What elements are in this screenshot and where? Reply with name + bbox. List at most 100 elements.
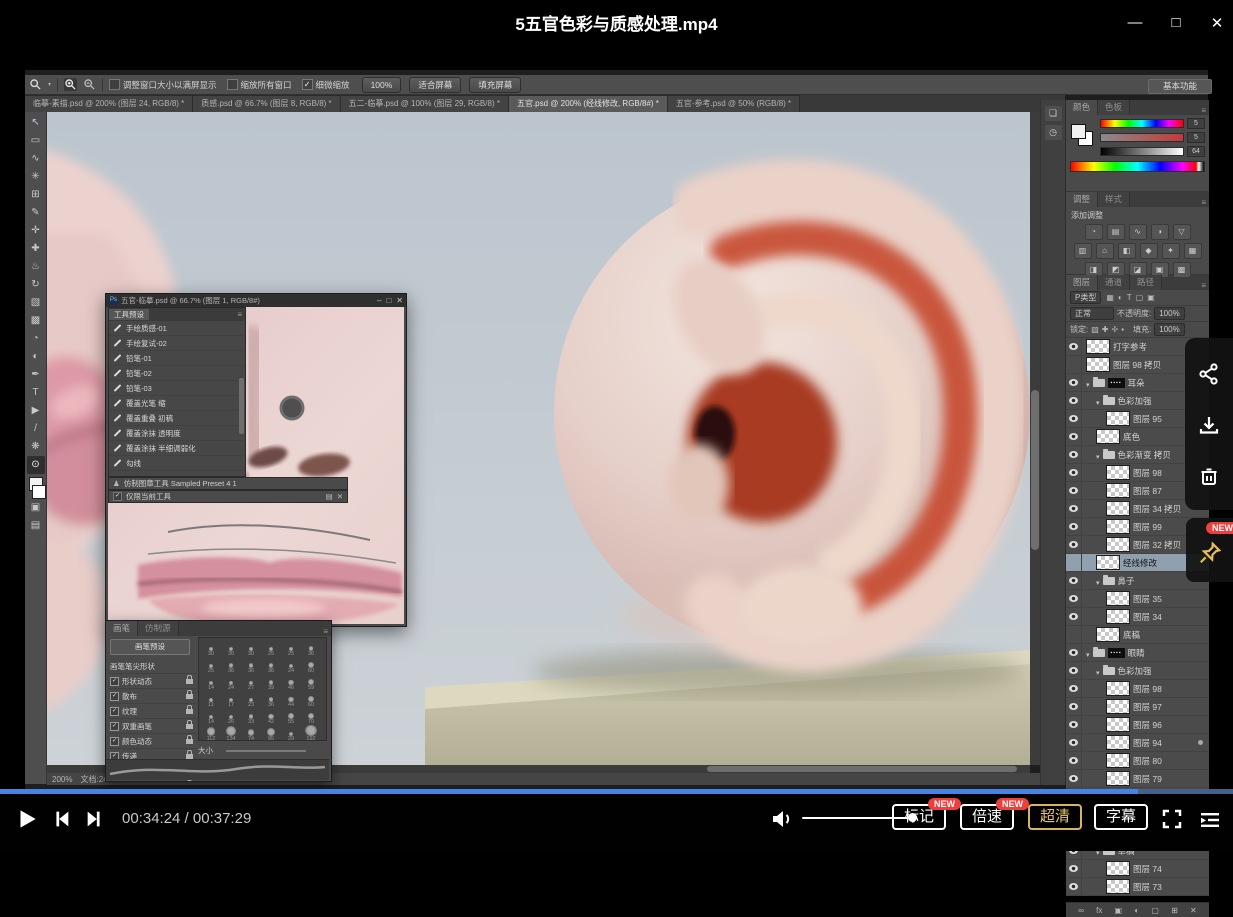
brush-tip-item[interactable]: 74	[241, 725, 261, 742]
close-button[interactable]: ✕	[1202, 14, 1232, 32]
panel-menu-icon[interactable]: ≡	[237, 310, 245, 319]
lock-icon[interactable]: ▨	[1091, 325, 1099, 334]
layer-row[interactable]: 图层 79	[1066, 770, 1209, 788]
layer-name[interactable]: 图层 80	[1133, 755, 1162, 767]
brush-tip-item[interactable]: 36	[221, 657, 241, 674]
layer-row[interactable]: 图层 73	[1066, 878, 1209, 896]
subtitle-button[interactable]: 字幕	[1094, 804, 1148, 830]
background-color-swatch[interactable]	[32, 485, 46, 499]
brush-tip-item[interactable]: 25	[201, 657, 221, 674]
hue-slider[interactable]: 5	[1100, 118, 1205, 129]
tool-preset-item[interactable]: 铅笔-01	[109, 351, 245, 366]
tool-button[interactable]: ▶	[27, 402, 45, 420]
layer-thumbnail[interactable]	[1106, 699, 1130, 714]
adjustment-icon[interactable]: ◆	[1140, 243, 1158, 259]
presets-scrollbar-thumb[interactable]	[239, 378, 244, 434]
layer-name[interactable]: 图层 98	[1133, 467, 1162, 479]
saturation-value[interactable]: 5	[1187, 132, 1205, 143]
layers-action-icon[interactable]: ▢	[1151, 906, 1159, 915]
float-minimize-button[interactable]: –	[377, 296, 381, 305]
options-button[interactable]: 100%	[362, 77, 402, 93]
visibility-toggle[interactable]	[1066, 410, 1082, 427]
brush-option-checkbox[interactable]: ✓	[110, 737, 119, 746]
lock-icon[interactable]	[186, 724, 193, 729]
layer-thumbnail[interactable]	[1096, 555, 1120, 570]
filter-type-icon[interactable]: ▣	[1147, 293, 1155, 302]
adjustment-icon[interactable]: ◑	[1151, 224, 1169, 240]
options-checkbox[interactable]: ✓ 细微缩放	[302, 79, 350, 91]
panel-menu-icon[interactable]: ≡	[1201, 198, 1209, 207]
brush-tip-item[interactable]: 59	[301, 674, 321, 691]
tool-button[interactable]: ↻	[27, 276, 45, 294]
brush-tip-shape-row[interactable]: 画笔笔尖形状	[108, 659, 196, 674]
layer-name[interactable]: 图层 94	[1133, 737, 1162, 749]
tab-styles[interactable]: 样式	[1098, 192, 1130, 207]
tool-button[interactable]: ◔	[27, 330, 45, 348]
visibility-toggle[interactable]	[1066, 608, 1082, 625]
visibility-toggle[interactable]	[1066, 446, 1082, 463]
tool-preset-item[interactable]: 手绘质感-01	[109, 321, 245, 336]
tool-preset-item[interactable]: 覆盖涂抹 透明度	[109, 426, 245, 441]
group-expand-arrow-icon[interactable]	[1086, 374, 1090, 392]
layer-row[interactable]: 图层 80	[1066, 752, 1209, 770]
layer-thumbnail[interactable]	[1106, 465, 1130, 480]
visibility-toggle[interactable]	[1066, 734, 1082, 751]
brush-option-checkbox[interactable]: ✓	[110, 707, 119, 716]
layer-thumbnail[interactable]	[1106, 681, 1130, 696]
adjustment-icon[interactable]: ▥	[1074, 243, 1092, 259]
new-preset-icon[interactable]: ▤	[326, 492, 333, 501]
brightness-slider[interactable]: 64	[1100, 146, 1205, 157]
brush-option-row[interactable]: ✓ 颜色动态	[108, 734, 196, 749]
tool-button[interactable]: ↖	[27, 114, 45, 132]
pin-icon[interactable]	[1197, 540, 1223, 566]
layer-name[interactable]: 打字参考	[1113, 341, 1147, 353]
layers-action-icon[interactable]: ✕	[1190, 906, 1197, 915]
brush-option-row[interactable]: ✓ 双重画笔	[108, 719, 196, 734]
tool-dropdown-caret[interactable]: ▾	[48, 81, 51, 88]
layer-name[interactable]: 色彩加强	[1118, 395, 1152, 407]
tool-preset-item[interactable]: 覆盖重叠 初稿	[109, 411, 245, 426]
color-fg-swatch[interactable]	[1071, 124, 1086, 139]
layer-row[interactable]: 图层 97	[1066, 698, 1209, 716]
visibility-toggle[interactable]	[1066, 536, 1082, 553]
saturation-gradient[interactable]	[1100, 133, 1184, 142]
checkbox-box[interactable]	[109, 79, 120, 90]
color-spectrum-ramp[interactable]	[1070, 161, 1205, 172]
brush-tip-item[interactable]: 55	[281, 708, 301, 725]
tool-button[interactable]: ▭	[27, 132, 45, 150]
play-button[interactable]	[14, 806, 40, 832]
brush-tip-item[interactable]: 39	[261, 674, 281, 691]
tool-button[interactable]: ✎	[27, 204, 45, 222]
options-checkbox[interactable]: 调整窗口大小以满屏显示	[109, 79, 217, 91]
visibility-toggle[interactable]	[1066, 482, 1082, 499]
tool-preset-item[interactable]: 勾线	[109, 456, 245, 471]
layer-thumbnail[interactable]	[1106, 717, 1130, 732]
brush-tip-item[interactable]: 36	[261, 691, 281, 708]
tool-button[interactable]: ✒	[27, 366, 45, 384]
lock-icon[interactable]	[186, 709, 193, 714]
layer-name[interactable]: 眼睛	[1128, 647, 1145, 659]
visibility-toggle[interactable]	[1066, 338, 1082, 355]
brush-tip-item[interactable]: 60	[301, 657, 321, 674]
layers-action-icon[interactable]: ∞	[1078, 906, 1084, 915]
brush-tip-item[interactable]: 27	[241, 674, 261, 691]
adjustment-icon[interactable]: ✦	[1162, 243, 1180, 259]
layer-thumbnail[interactable]	[1106, 861, 1130, 876]
checkbox-box[interactable]: ✓	[302, 79, 313, 90]
brush-option-checkbox[interactable]: ✓	[110, 722, 119, 731]
collapsed-panel-icon[interactable]: ❏	[1045, 106, 1062, 121]
adjustment-icon[interactable]: ◔	[1085, 224, 1103, 240]
group-expand-arrow-icon[interactable]	[1096, 392, 1100, 410]
layer-name[interactable]: 经线修改	[1123, 557, 1157, 569]
tab-channels[interactable]: 通道	[1098, 275, 1130, 290]
layer-thumbnail[interactable]	[1086, 339, 1110, 354]
brush-tip-item[interactable]: 36	[241, 657, 261, 674]
visibility-toggle[interactable]	[1066, 500, 1082, 517]
filter-type-icon[interactable]: T	[1127, 293, 1132, 302]
panel-menu-icon[interactable]: ≡	[323, 627, 331, 636]
layers-action-icon[interactable]: fx	[1096, 906, 1102, 915]
progress-bar[interactable]	[0, 789, 1233, 794]
maximize-button[interactable]: □	[1161, 14, 1191, 31]
brush-option-row[interactable]: ✓ 散布	[108, 689, 196, 704]
current-tool-only-checkbox[interactable]: ✓	[113, 492, 122, 501]
